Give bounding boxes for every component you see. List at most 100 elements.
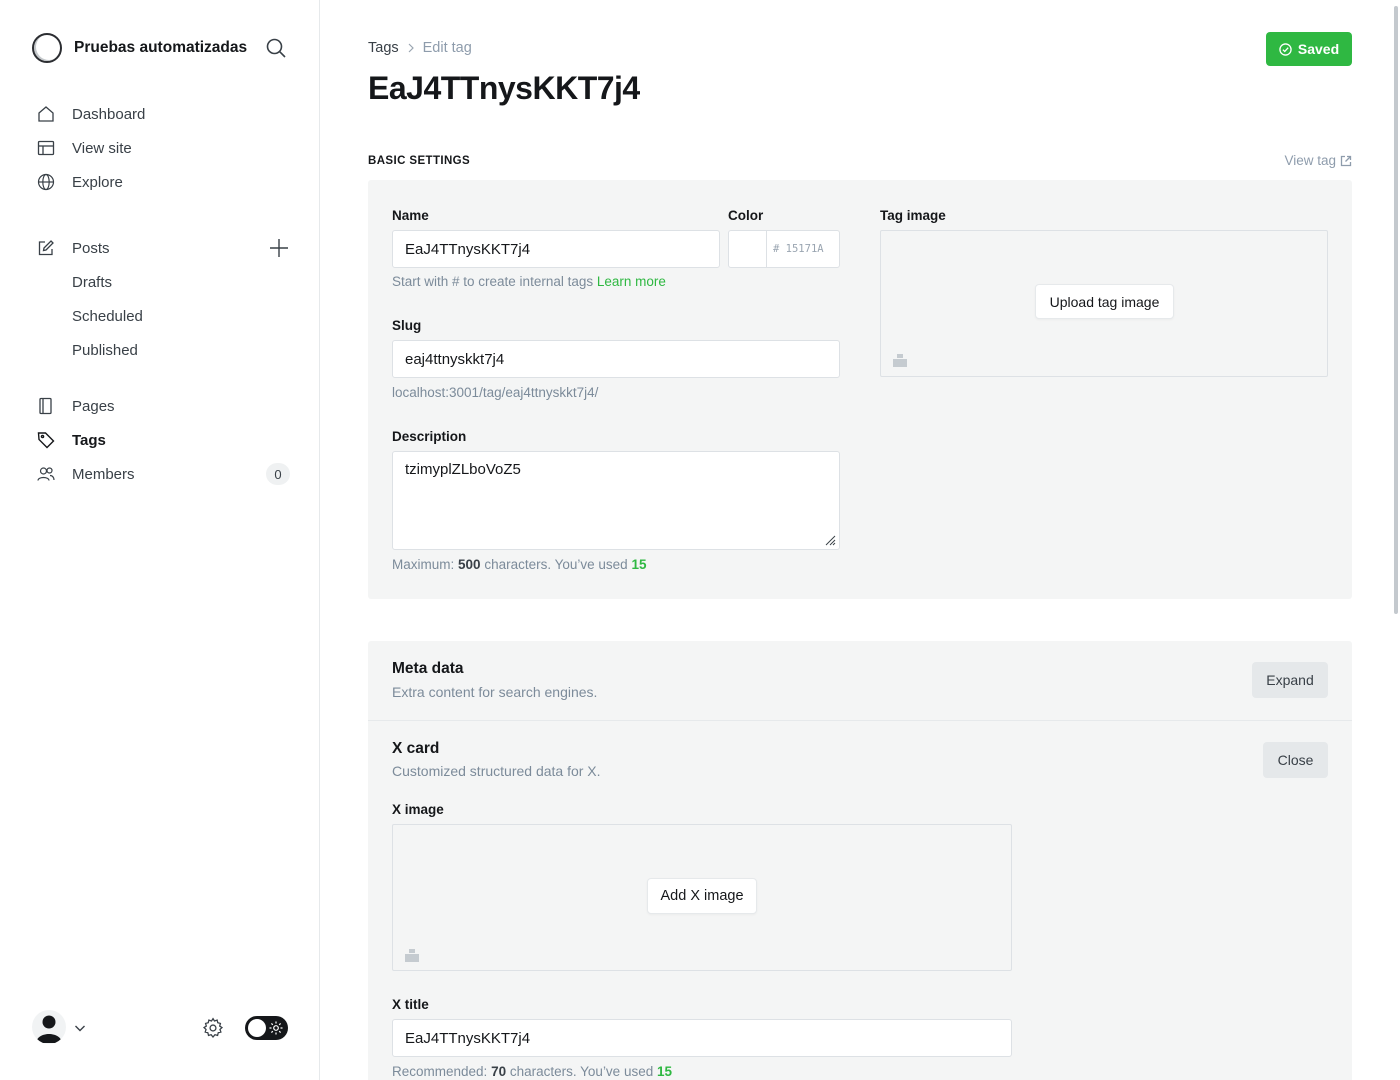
toggle-knob: [248, 1019, 266, 1037]
layout-icon: [36, 138, 56, 158]
x-image-dropzone[interactable]: Add X image: [392, 824, 1012, 971]
nav-item-tags[interactable]: Tags: [36, 423, 292, 457]
nav-label: Dashboard: [72, 105, 146, 123]
home-icon: [36, 104, 56, 124]
avatar[interactable]: [32, 1010, 66, 1044]
tag-image-dropzone[interactable]: Upload tag image: [880, 230, 1328, 377]
nav-posts: Posts Drafts Scheduled Published: [36, 231, 292, 367]
site-name: Pruebas automatizadas: [74, 39, 248, 56]
breadcrumb: Tags Edit tag: [368, 40, 472, 56]
nav-item-scheduled[interactable]: Scheduled: [36, 299, 292, 333]
check-circle-icon: [1279, 42, 1292, 56]
page-scrollbar[interactable]: [1392, 0, 1398, 1080]
slug-input[interactable]: eaj4ttnyskkt7j4: [392, 340, 840, 378]
sidebar: Pruebas automatizadas Dashboard View sit…: [0, 0, 320, 1080]
members-icon: [36, 464, 56, 484]
description-label: Description: [392, 429, 467, 444]
globe-icon: [36, 172, 56, 192]
scrollbar-thumb[interactable]: [1394, 6, 1398, 614]
x-title-input[interactable]: EaJ4TTnysKKT7j4: [392, 1019, 1012, 1057]
external-link-icon: [1340, 155, 1352, 166]
section-divider: [368, 720, 1352, 721]
name-input[interactable]: EaJ4TTnysKKT7j4: [392, 230, 720, 268]
description-textarea[interactable]: tzimyplZLboVoZ5: [392, 451, 840, 550]
nav-item-members[interactable]: Members 0: [36, 457, 292, 491]
add-x-image-button[interactable]: Add X image: [647, 878, 757, 914]
nav-label: Tags: [72, 431, 106, 449]
tag-image-label: Tag image: [880, 208, 946, 223]
color-swatch[interactable]: [729, 231, 767, 267]
color-hex-input[interactable]: # 15171A: [767, 231, 839, 267]
tag-icon: [36, 430, 56, 450]
sidebar-footer: [32, 1010, 290, 1046]
image-placeholder-icon: [405, 949, 419, 962]
desc-hint-used: 15: [631, 557, 647, 572]
description-text: tzimyplZLboVoZ5: [405, 461, 521, 478]
nav-label: Members: [72, 465, 135, 483]
view-tag-label: View tag: [1284, 153, 1336, 168]
nav-label: View site: [72, 139, 132, 157]
nav-item-explore[interactable]: Explore: [36, 165, 292, 199]
saved-button[interactable]: Saved: [1266, 32, 1352, 66]
x-hint-used: 15: [657, 1064, 673, 1079]
slug-label: Slug: [392, 318, 422, 333]
new-post-plus-icon[interactable]: [268, 237, 290, 259]
dark-mode-toggle[interactable]: [245, 1016, 288, 1040]
slug-url-preview: localhost:3001/tag/eaj4ttnyskkt7j4/: [392, 385, 599, 400]
chevron-right-icon: [408, 43, 414, 53]
color-label: Color: [728, 208, 764, 223]
gear-icon[interactable]: [202, 1017, 224, 1039]
image-placeholder-icon: [893, 354, 907, 367]
nav-main: Dashboard View site Explore: [36, 97, 292, 199]
view-tag-link[interactable]: View tag: [1284, 153, 1352, 168]
edit-icon: [36, 238, 56, 258]
x-title-char-count: Recommended: 70 characters. You’ve used …: [392, 1064, 672, 1079]
meta-panel: Meta data Extra content for search engin…: [368, 641, 1352, 1080]
x-hint-max: 70: [491, 1064, 507, 1079]
color-hash: #: [773, 243, 780, 255]
nav-item-pages[interactable]: Pages: [36, 389, 292, 423]
desc-hint-prefix: Maximum:: [392, 557, 455, 572]
nav-label: Posts: [72, 239, 110, 257]
learn-more-link[interactable]: Learn more: [597, 274, 666, 289]
resize-grip-icon[interactable]: [824, 534, 836, 546]
x-card-subtitle: Customized structured data for X.: [392, 763, 601, 779]
nav-item-dashboard[interactable]: Dashboard: [36, 97, 292, 131]
search-icon[interactable]: [265, 37, 287, 59]
breadcrumb-tags-link[interactable]: Tags: [368, 40, 399, 56]
x-hint-mid: characters. You’ve used: [509, 1064, 654, 1079]
name-label: Name: [392, 208, 429, 223]
nav-item-posts[interactable]: Posts: [36, 231, 292, 265]
expand-meta-button[interactable]: Expand: [1252, 662, 1328, 698]
upload-tag-image-button[interactable]: Upload tag image: [1035, 284, 1174, 319]
close-x-card-button[interactable]: Close: [1263, 742, 1328, 778]
page-title: EaJ4TTnysKKT7j4: [368, 70, 640, 106]
nav-label: Explore: [72, 173, 123, 191]
sun-icon: [269, 1021, 283, 1035]
breadcrumb-current: Edit tag: [422, 40, 472, 56]
x-card-title: X card: [392, 740, 440, 757]
basic-settings-panel: Name EaJ4TTnysKKT7j4 Start with # to cre…: [368, 180, 1352, 599]
chevron-down-icon[interactable]: [74, 1022, 86, 1034]
nav-label: Scheduled: [72, 307, 143, 325]
desc-hint-mid: characters. You’ve used: [484, 557, 628, 572]
name-hint-text: Start with # to create internal tags: [392, 274, 594, 289]
nav-bottom: Pages Tags Members 0: [36, 389, 292, 491]
description-char-count: Maximum: 500 characters. You’ve used 15: [392, 557, 646, 572]
saved-label: Saved: [1297, 41, 1340, 57]
nav-label: Pages: [72, 397, 115, 415]
nav-label: Published: [72, 341, 138, 359]
meta-data-title: Meta data: [392, 660, 464, 677]
site-brand[interactable]: Pruebas automatizadas: [32, 32, 247, 64]
nav-item-view-site[interactable]: View site: [36, 131, 292, 165]
nav-label: Drafts: [72, 273, 113, 291]
x-title-label: X title: [392, 997, 429, 1012]
color-hex-placeholder: 15171A: [785, 243, 824, 255]
nav-item-drafts[interactable]: Drafts: [36, 265, 292, 299]
desc-hint-max: 500: [458, 557, 481, 572]
page-icon: [36, 396, 56, 416]
x-hint-prefix: Recommended:: [392, 1064, 488, 1079]
meta-data-subtitle: Extra content for search engines.: [392, 684, 598, 700]
nav-item-published[interactable]: Published: [36, 333, 292, 367]
members-count-badge: 0: [266, 463, 290, 485]
